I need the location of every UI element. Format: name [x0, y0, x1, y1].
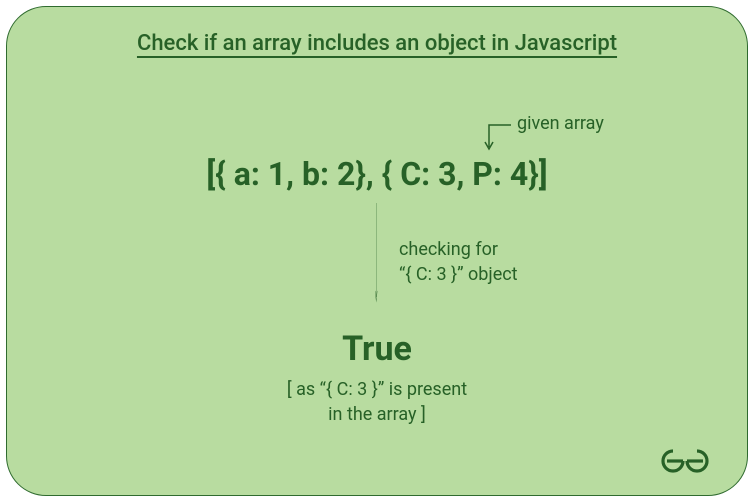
array-literal: [{ a: 1, b: 2}, { C: 3, P: 4}]	[206, 155, 547, 193]
explain-line1: [ as “{ C: 3 }” is present	[287, 379, 467, 400]
checking-label: checking for “{ C: 3 }” object	[399, 237, 518, 287]
checking-line2: “{ C: 3 }” object	[399, 264, 518, 285]
arrow-down-icon	[376, 203, 378, 303]
given-array-label: given array	[517, 113, 604, 134]
pointer-arrow-icon	[477, 123, 511, 151]
checking-line1: checking for	[399, 239, 498, 260]
diagram-card: Check if an array includes an object in …	[6, 6, 748, 496]
diagram-title: Check if an array includes an object in …	[137, 31, 617, 56]
explanation-text: [ as “{ C: 3 }” is present in the array …	[287, 377, 467, 427]
explain-line2: in the array ]	[328, 404, 426, 425]
result-text: True	[342, 329, 412, 369]
geeksforgeeks-logo-icon	[659, 447, 711, 475]
